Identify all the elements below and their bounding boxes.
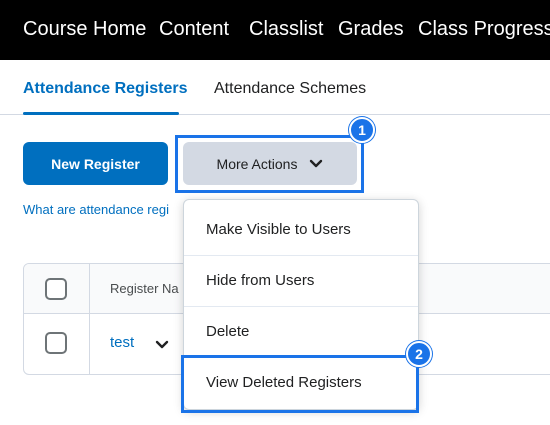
nav-classlist[interactable]: Classlist bbox=[249, 18, 323, 40]
nav-content[interactable]: Content bbox=[159, 18, 229, 40]
menu-item-make-visible[interactable]: Make Visible to Users bbox=[184, 204, 418, 254]
top-navigation: Course Home Content Classlist Grades Cla… bbox=[0, 0, 550, 60]
column-divider bbox=[89, 264, 90, 374]
nav-class-progress[interactable]: Class Progress bbox=[418, 18, 550, 40]
attendance-help-link[interactable]: What are attendance regi bbox=[23, 202, 169, 218]
nav-course-home[interactable]: Course Home bbox=[23, 18, 146, 40]
sub-tabs: Attendance Registers Attendance Schemes bbox=[0, 60, 550, 115]
chevron-down-icon[interactable] bbox=[155, 340, 169, 350]
new-register-button[interactable]: New Register bbox=[23, 142, 168, 185]
page: Course Home Content Classlist Grades Cla… bbox=[0, 0, 550, 425]
step-badge-2: 2 bbox=[406, 341, 432, 367]
new-register-label: New Register bbox=[51, 155, 140, 172]
register-name-header[interactable]: Register Na bbox=[110, 281, 179, 297]
menu-item-delete[interactable]: Delete bbox=[184, 306, 418, 356]
row-checkbox[interactable] bbox=[45, 332, 67, 354]
step-badge-1: 1 bbox=[349, 117, 375, 143]
register-link-test[interactable]: test bbox=[110, 334, 134, 352]
highlight-box-more-actions bbox=[175, 135, 364, 193]
tab-attendance-schemes[interactable]: Attendance Schemes bbox=[214, 80, 366, 98]
select-all-checkbox[interactable] bbox=[45, 278, 67, 300]
nav-grades[interactable]: Grades bbox=[338, 18, 404, 40]
highlight-box-view-deleted bbox=[181, 355, 419, 413]
menu-item-hide-from-users[interactable]: Hide from Users bbox=[184, 255, 418, 305]
tab-attendance-registers[interactable]: Attendance Registers bbox=[23, 80, 188, 98]
active-tab-indicator bbox=[23, 112, 179, 115]
